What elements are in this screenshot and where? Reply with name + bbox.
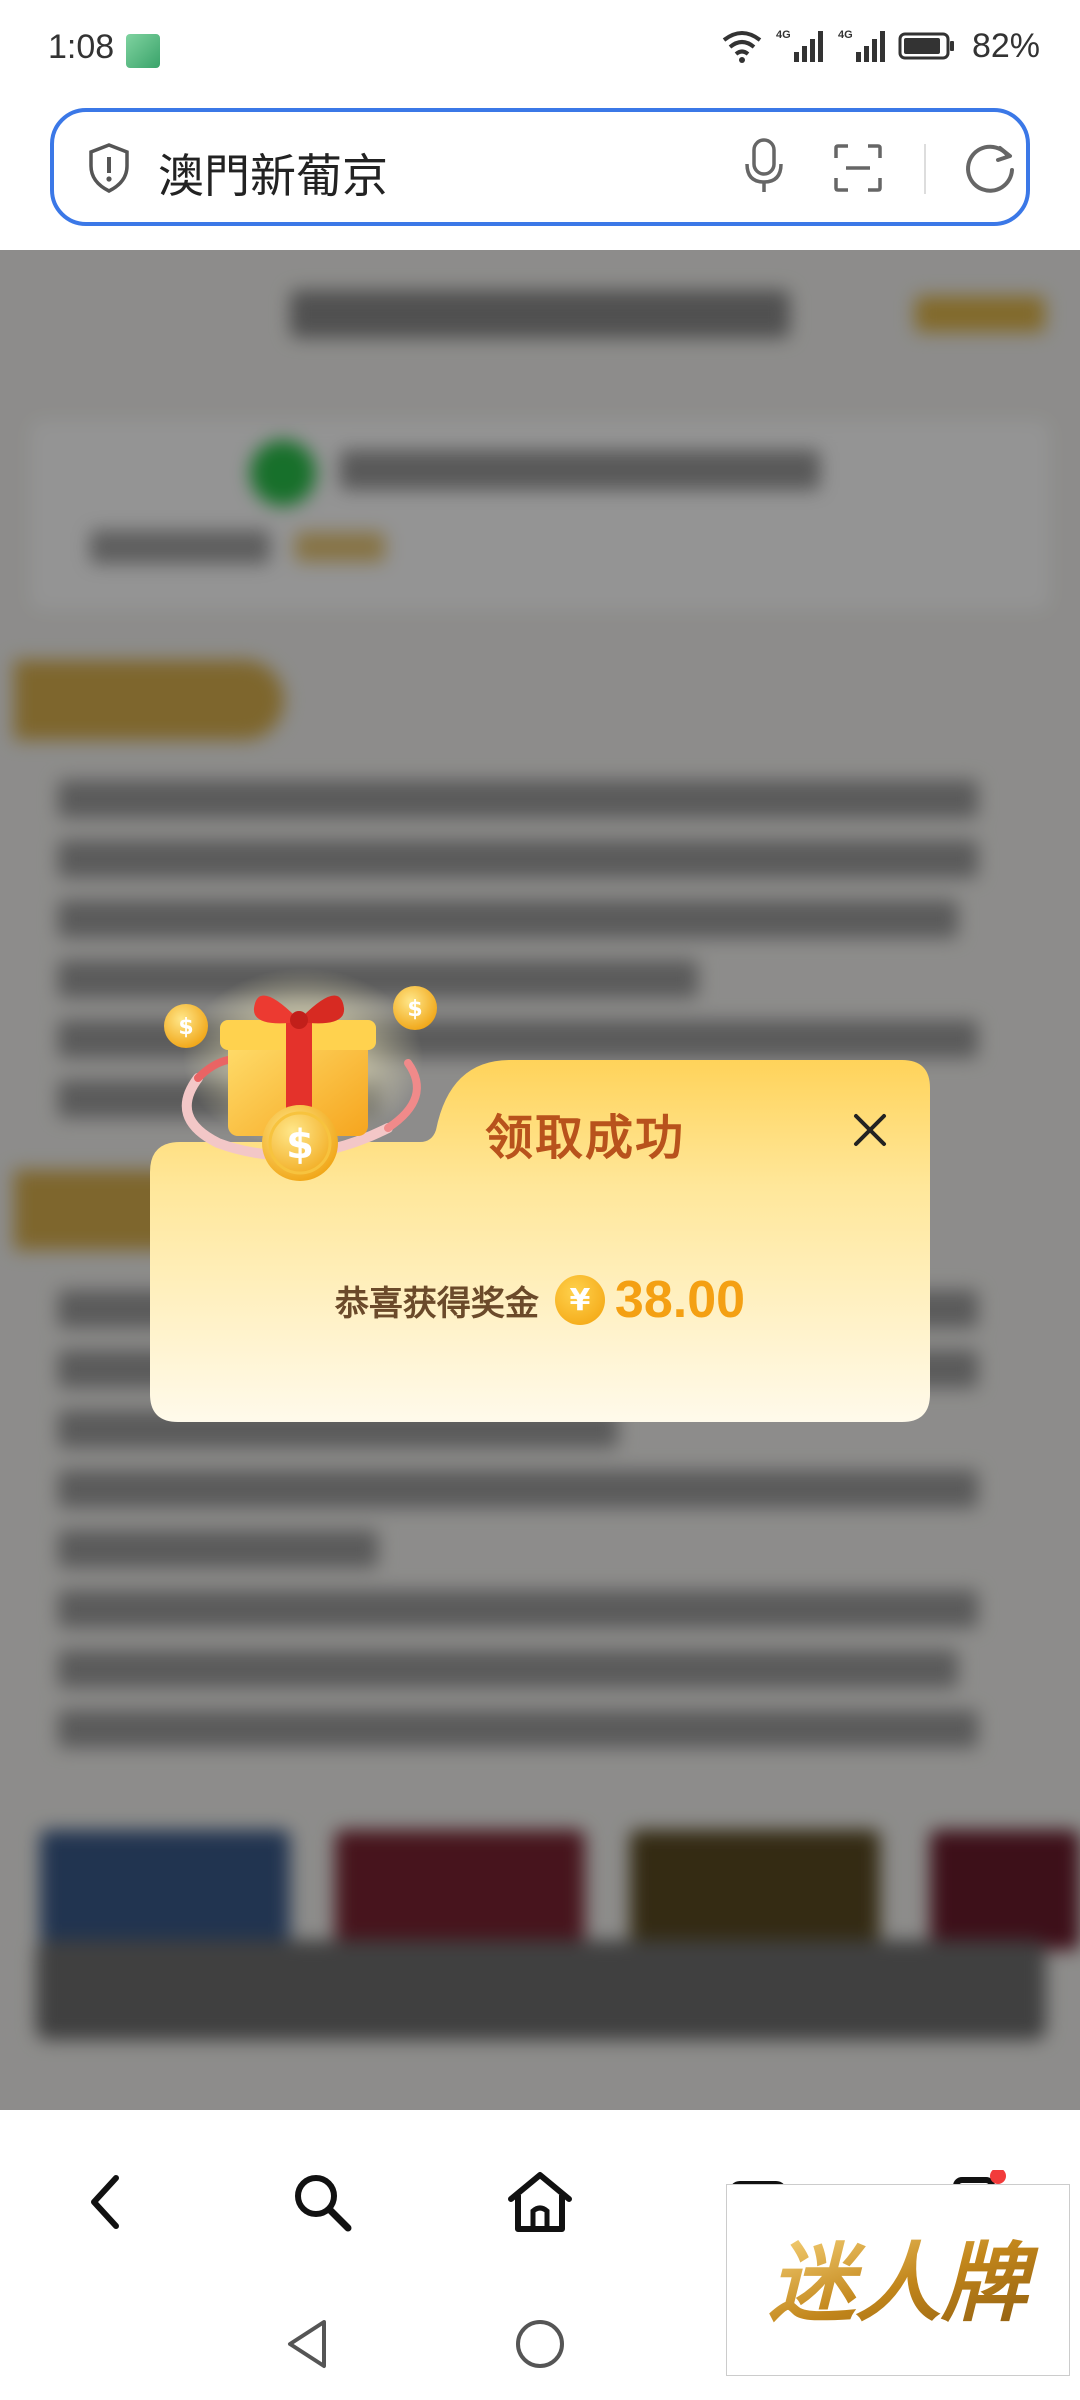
watermark-logo: 迷人牌 xyxy=(726,2184,1070,2376)
reward-row: 恭喜获得奖金 ¥ 38.00 xyxy=(150,1270,930,1330)
close-icon[interactable] xyxy=(850,1110,890,1150)
signal-icon: 4G xyxy=(776,29,823,62)
svg-text:迷人牌: 迷人牌 xyxy=(769,2234,1039,2334)
search-icon[interactable] xyxy=(290,2170,354,2234)
svg-text:4G: 4G xyxy=(776,29,791,41)
microphone-icon[interactable] xyxy=(742,136,786,198)
svg-text:$: $ xyxy=(407,997,422,1022)
home-icon[interactable] xyxy=(505,2169,575,2235)
back-icon[interactable] xyxy=(86,2172,126,2232)
back-button[interactable] xyxy=(66,2162,146,2242)
address-text[interactable]: 澳門新葡京 xyxy=(158,140,388,206)
dialog-title: 领取成功 xyxy=(485,1110,686,1166)
gift-box-icon: $ $ $ xyxy=(164,968,437,1181)
battery-icon xyxy=(898,32,954,60)
shield-icon[interactable] xyxy=(86,142,132,194)
search-button[interactable] xyxy=(282,2162,362,2242)
system-back-icon[interactable] xyxy=(282,2316,332,2372)
wifi-icon xyxy=(722,31,762,63)
address-bar[interactable]: 澳門新葡京 xyxy=(50,108,1030,226)
battery-percent: 82% xyxy=(971,26,1040,65)
svg-text:$: $ xyxy=(178,1015,193,1040)
svg-text:4G: 4G xyxy=(838,29,853,41)
refresh-icon[interactable] xyxy=(960,138,1020,198)
yuan-coin-icon: ¥ xyxy=(554,1275,605,1325)
close-button[interactable] xyxy=(840,1100,900,1160)
home-button[interactable] xyxy=(500,2162,580,2242)
reward-amount: 38.00 xyxy=(614,1271,746,1329)
system-home-icon[interactable] xyxy=(512,2316,568,2372)
status-bar: 1:08 4G 4G 82% xyxy=(0,0,1080,100)
scan-icon[interactable] xyxy=(832,142,884,194)
app-notification-icon xyxy=(126,34,160,68)
watermark-text: 迷人牌 xyxy=(769,2234,1039,2334)
address-bar-divider xyxy=(924,144,926,194)
reward-label: 恭喜获得奖金 xyxy=(334,1283,539,1324)
status-time: 1:08 xyxy=(48,28,115,66)
signal-icon-2: 4G xyxy=(838,29,885,62)
status-indicators: 4G 4G 82% xyxy=(720,26,1040,66)
svg-text:$: $ xyxy=(286,1122,314,1168)
